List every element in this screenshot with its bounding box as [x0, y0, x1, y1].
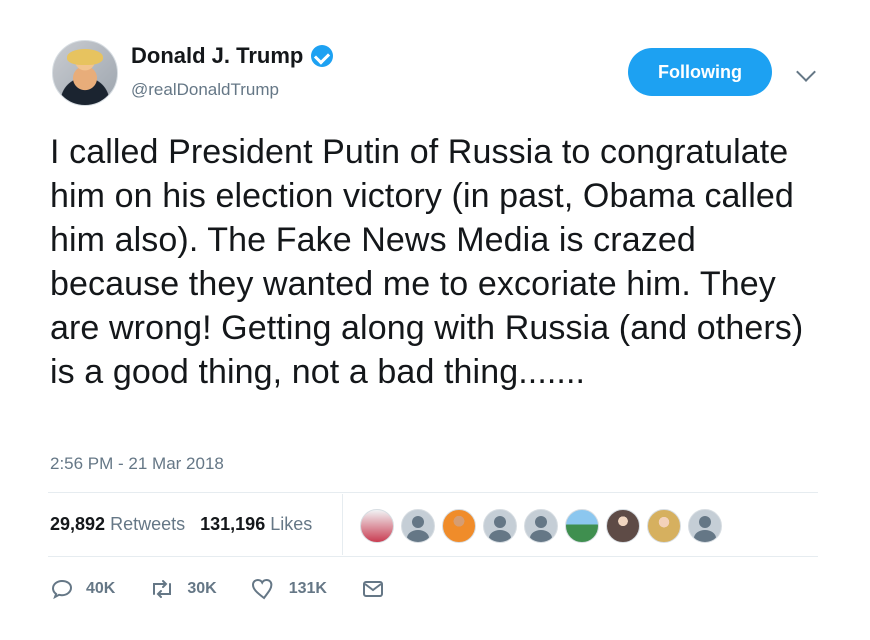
tweet-text: I called President Putin of Russia to co… [50, 133, 804, 391]
divider-bottom [48, 556, 818, 557]
message-icon [362, 581, 383, 597]
reply-icon [51, 579, 73, 600]
reply-count: 40K [86, 580, 116, 597]
liker-avatar[interactable] [360, 509, 394, 543]
retweets-label: Retweets [110, 514, 186, 534]
liker-avatar[interactable] [442, 509, 476, 543]
retweets-count: 29,892 [50, 514, 106, 534]
liker-avatar[interactable] [483, 509, 517, 543]
liker-avatar[interactable] [606, 509, 640, 543]
tweet-header: Donald J. Trump @realDonaldTrump Followi… [52, 40, 832, 110]
retweet-count: 30K [187, 580, 217, 597]
verified-icon [311, 45, 334, 67]
display-name[interactable]: Donald J. Trump [131, 43, 303, 69]
retweet-button[interactable]: 30K [149, 577, 217, 601]
engagement-stats: 29,892 Retweets 131,196 Likes [50, 514, 312, 535]
like-button[interactable]: 131K [251, 577, 327, 601]
reply-button[interactable]: 40K [50, 577, 115, 601]
like-count: 131K [288, 580, 327, 597]
liker-avatar[interactable] [401, 509, 435, 543]
liker-avatars [360, 509, 722, 543]
chevron-down-icon[interactable] [796, 62, 816, 82]
stats-separator [342, 494, 343, 555]
like-icon [251, 578, 273, 600]
name-row: Donald J. Trump [131, 43, 334, 69]
likes-count: 131,196 [200, 514, 266, 534]
likes-label: Likes [270, 514, 313, 534]
liker-avatar[interactable] [647, 509, 681, 543]
following-button[interactable]: Following [628, 48, 772, 96]
retweet-icon [153, 580, 172, 598]
tweet-timestamp[interactable]: 2:56 PM - 21 Mar 2018 [50, 454, 224, 474]
action-bar: 40K 30K 131K [50, 576, 431, 602]
message-button[interactable] [361, 577, 397, 601]
liker-avatar[interactable] [565, 509, 599, 543]
avatar[interactable] [52, 40, 118, 106]
liker-avatar[interactable] [524, 509, 558, 543]
likes-stat[interactable]: 131,196 Likes [200, 514, 312, 534]
user-handle[interactable]: @realDonaldTrump [131, 80, 279, 100]
tweet-card: Donald J. Trump @realDonaldTrump Followi… [0, 0, 870, 640]
retweets-stat[interactable]: 29,892 Retweets [50, 514, 185, 534]
divider-top [48, 492, 818, 493]
liker-avatar[interactable] [688, 509, 722, 543]
